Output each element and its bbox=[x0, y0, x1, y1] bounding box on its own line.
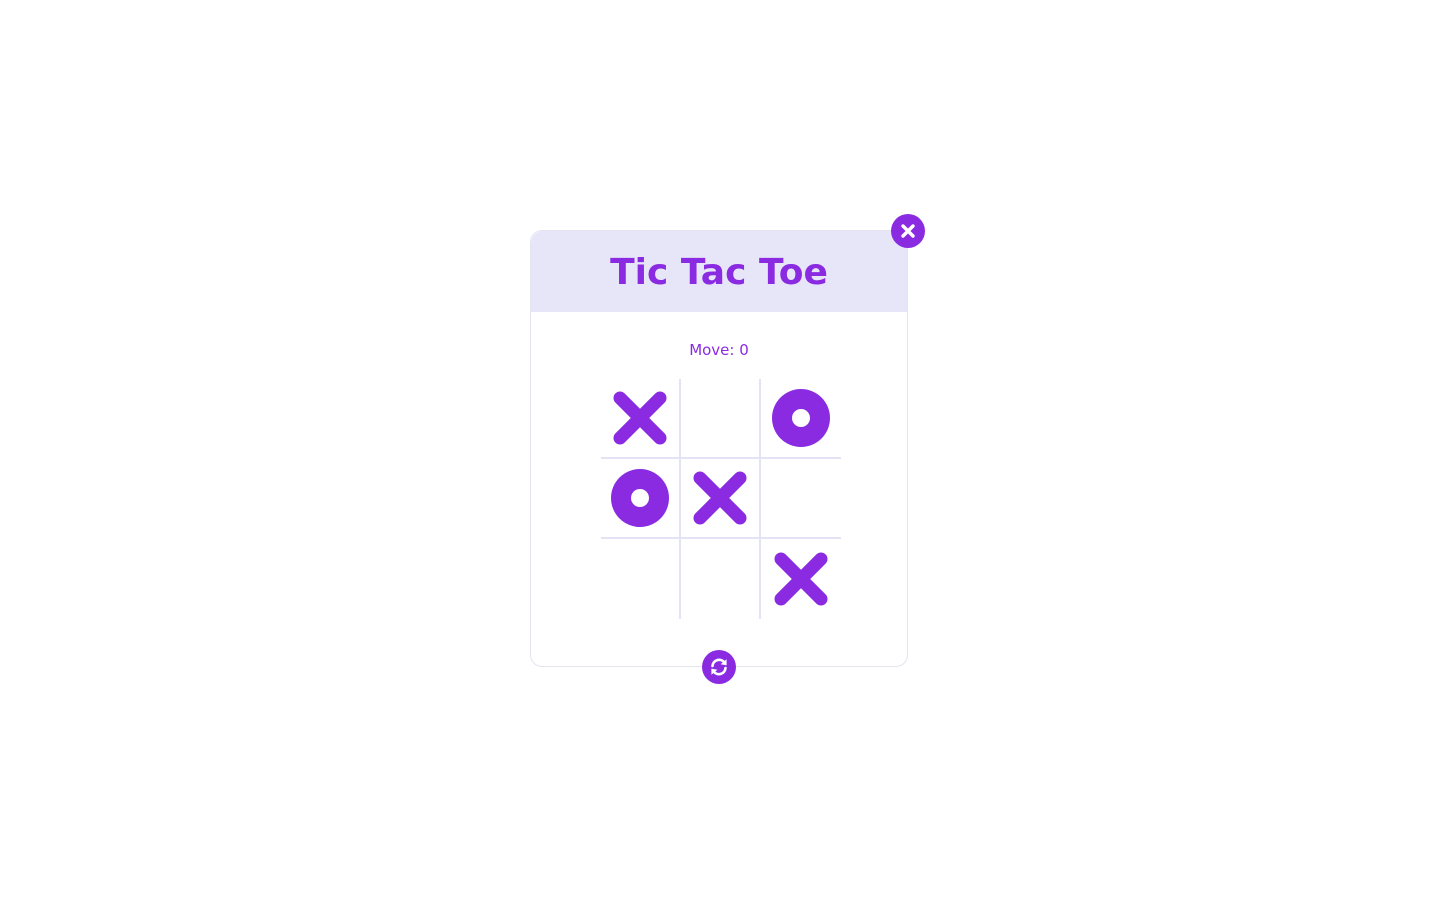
close-icon bbox=[901, 224, 915, 238]
board-cell-2-1[interactable] bbox=[681, 539, 761, 619]
board-cell-1-1[interactable] bbox=[681, 459, 761, 539]
o-mark-icon bbox=[772, 389, 830, 447]
board-cell-1-0[interactable] bbox=[601, 459, 681, 539]
move-label: Move: bbox=[689, 341, 735, 359]
card-header: Tic Tac Toe bbox=[531, 231, 907, 312]
game-card: Tic Tac Toe Move: 0 bbox=[530, 230, 908, 667]
x-mark-icon bbox=[693, 471, 747, 525]
board-cell-2-0[interactable] bbox=[601, 539, 681, 619]
board-cell-0-1[interactable] bbox=[681, 379, 761, 459]
refresh-icon bbox=[711, 658, 727, 676]
x-mark-icon bbox=[613, 391, 667, 445]
move-counter: Move: 0 bbox=[531, 341, 907, 359]
board-cell-0-2[interactable] bbox=[761, 379, 841, 459]
board-cell-1-2[interactable] bbox=[761, 459, 841, 539]
reset-button[interactable] bbox=[702, 650, 736, 684]
x-mark-icon bbox=[774, 552, 828, 606]
board-cell-0-0[interactable] bbox=[601, 379, 681, 459]
close-button[interactable] bbox=[891, 214, 925, 248]
move-count: 0 bbox=[739, 341, 749, 359]
game-board bbox=[601, 379, 841, 619]
board-cell-2-2[interactable] bbox=[761, 539, 841, 619]
game-title: Tic Tac Toe bbox=[610, 252, 828, 293]
o-mark-icon bbox=[611, 469, 669, 527]
